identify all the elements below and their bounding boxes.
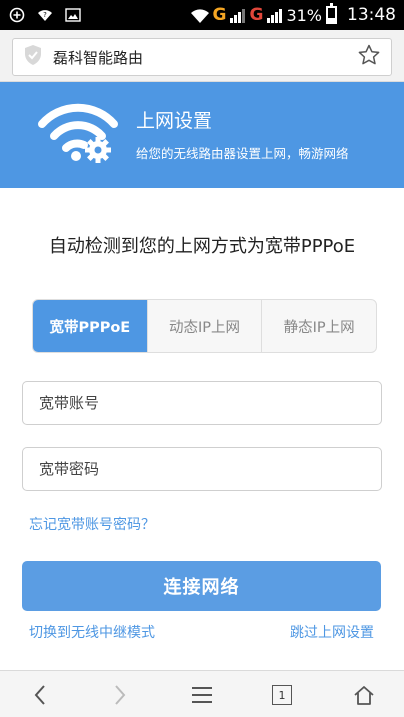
add-circle-icon: [8, 6, 26, 24]
banner-title: 上网设置: [136, 110, 213, 132]
tab-static-ip[interactable]: 静态IP上网: [261, 300, 376, 352]
wifi-question-icon: ?: [36, 6, 54, 24]
home-icon[interactable]: [344, 679, 384, 711]
status-bar: ? G G 31% 13:48: [0, 0, 404, 30]
cell-signal-icon: [230, 7, 246, 23]
wifi-gear-icon: [36, 98, 120, 172]
address-bar[interactable]: 磊科智能路由: [12, 38, 392, 76]
svg-text:?: ?: [43, 11, 47, 19]
skip-setup-link[interactable]: 跳过上网设置: [290, 622, 374, 642]
network-type-2: G: [249, 5, 264, 25]
banner-subtitle: 给您的无线路由器设置上网，畅游网络: [136, 146, 349, 161]
shield-icon: [23, 44, 43, 70]
tab-pppoe[interactable]: 宽带PPPoE: [33, 300, 147, 352]
clock: 13:48: [347, 5, 396, 25]
detect-message: 自动检测到您的上网方式为宽带PPPoE: [48, 236, 356, 257]
star-icon[interactable]: [357, 43, 381, 71]
back-arrow-icon[interactable]: [20, 679, 60, 711]
page-title: 磊科智能路由: [53, 48, 144, 67]
connect-button[interactable]: 连接网络: [22, 561, 381, 611]
switch-repeater-link[interactable]: 切换到无线中继模式: [29, 622, 155, 642]
battery-icon: [326, 3, 337, 24]
image-icon: [64, 6, 82, 24]
forward-arrow-icon[interactable]: [100, 679, 140, 711]
tab-dynamic-ip[interactable]: 动态IP上网: [146, 300, 262, 352]
battery-percent: 31%: [286, 5, 322, 25]
account-input[interactable]: [22, 381, 382, 425]
connection-type-tabs: 宽带PPPoE 动态IP上网 静态IP上网: [32, 299, 377, 353]
header-banner: 上网设置 给您的无线路由器设置上网，畅游网络: [0, 82, 404, 188]
wifi-signal-icon: [190, 6, 209, 24]
browser-toolbar: 磊科智能路由: [0, 30, 404, 82]
cell-signal-icon-2: [267, 7, 283, 23]
tabs-icon[interactable]: 1: [262, 679, 302, 711]
menu-icon[interactable]: [182, 679, 222, 711]
forgot-account-link[interactable]: 忘记宽带账号密码？: [29, 514, 155, 534]
password-input[interactable]: [22, 447, 382, 491]
browser-bottom-nav: 1: [0, 670, 404, 717]
tab-count: 1: [272, 685, 292, 705]
network-type-1: G: [212, 5, 227, 25]
